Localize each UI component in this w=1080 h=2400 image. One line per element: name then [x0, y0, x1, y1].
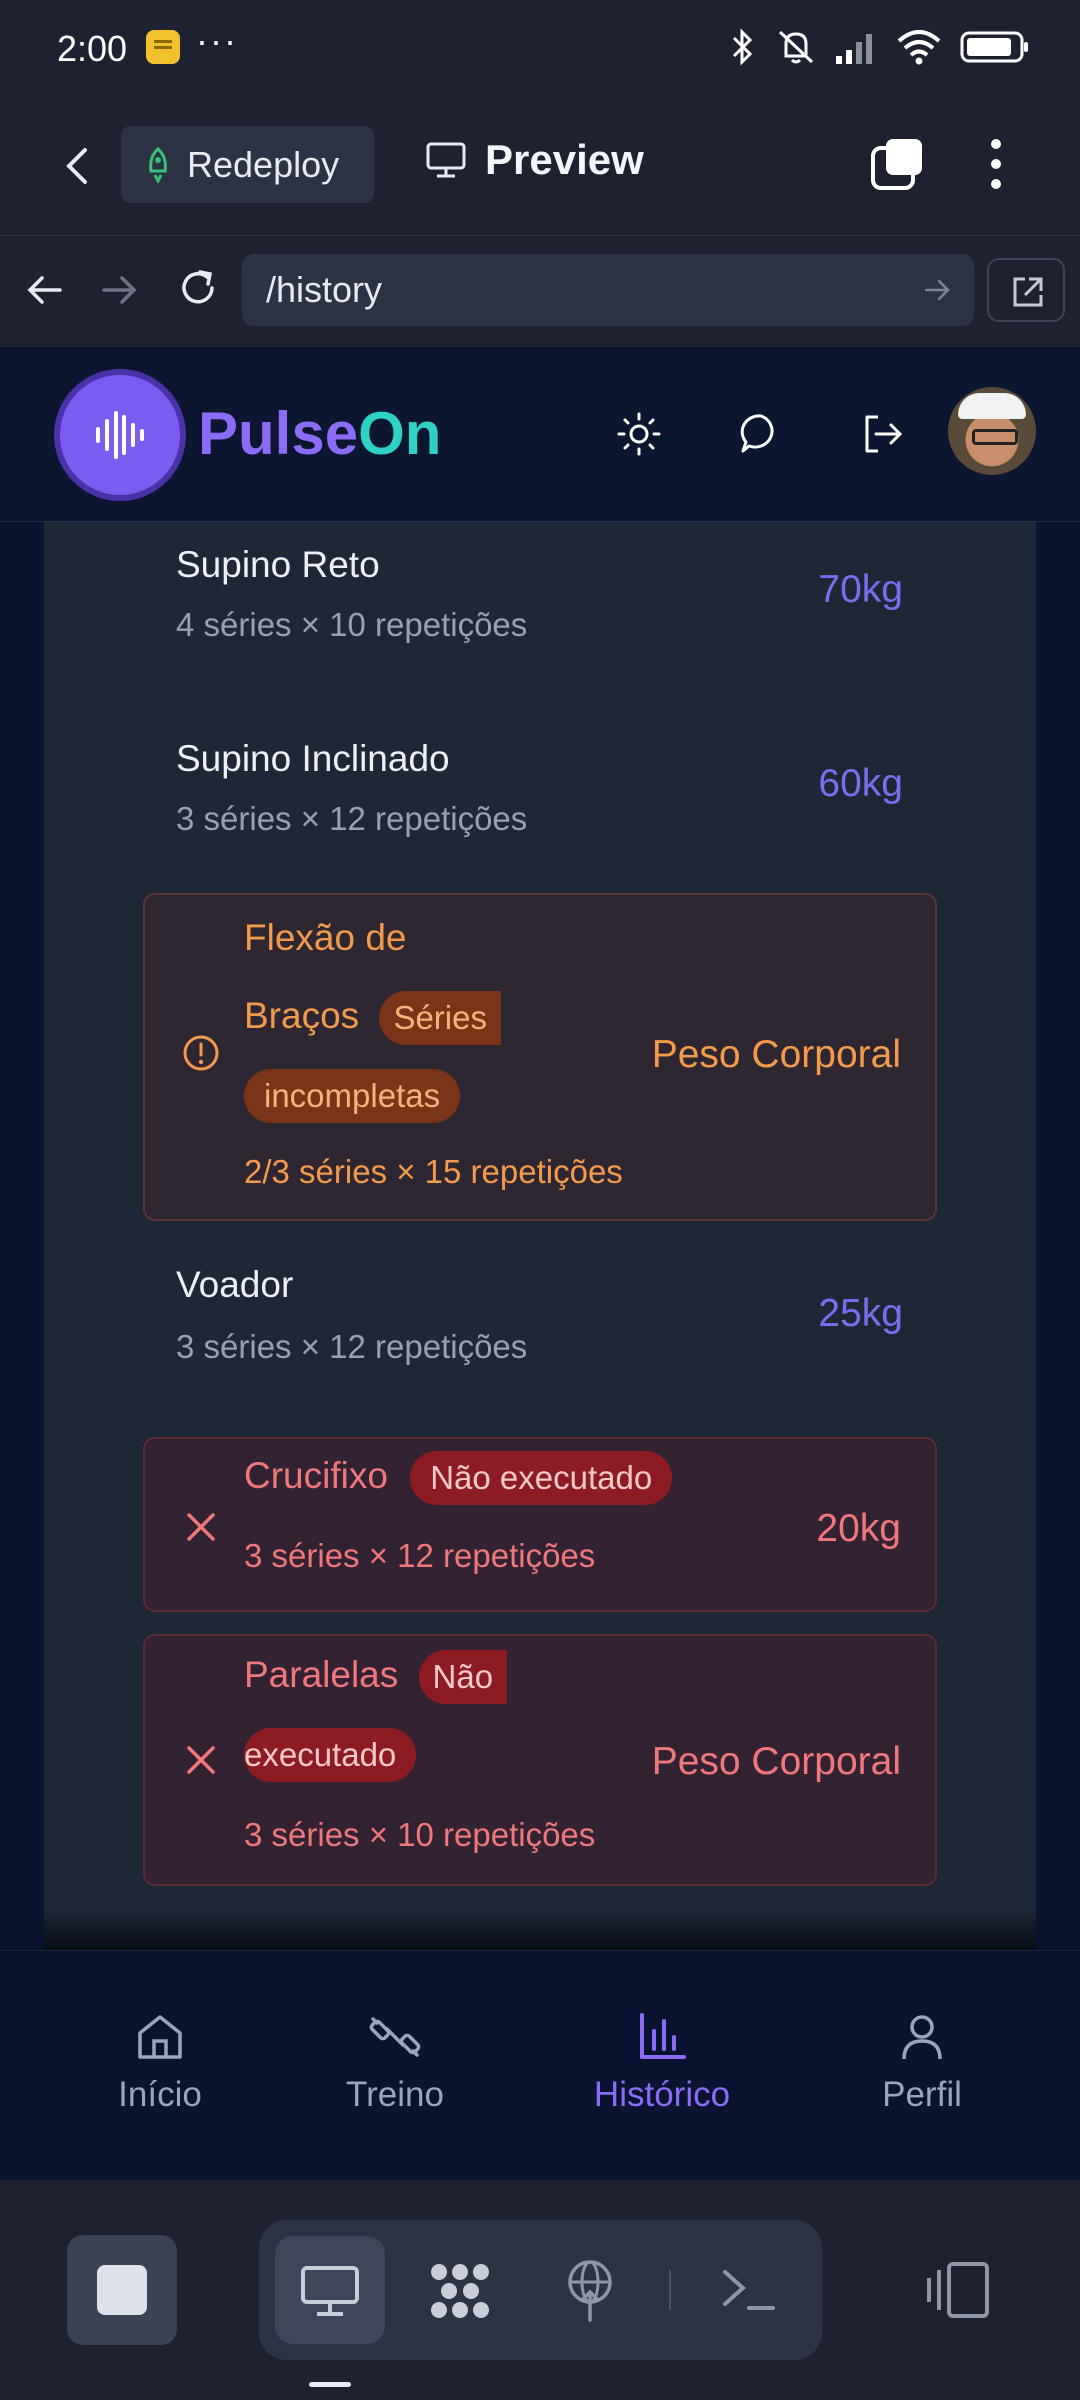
nav-back-icon[interactable]: [22, 268, 66, 312]
brand-part1: Pulse: [198, 400, 359, 467]
exercise-name: Voador: [176, 1264, 294, 1305]
grid-apps-icon[interactable]: [427, 2260, 493, 2322]
exercise-detail: 2/3 séries × 15 repetições: [244, 1153, 623, 1190]
exercise-name-block: Crucifixo Não executado: [244, 1437, 673, 1515]
notes-notification-icon: [146, 30, 180, 64]
tabs-icon[interactable]: [870, 136, 926, 192]
exercise-row-skipped[interactable]: Paralelas Não executado 3 séries × 10 re…: [143, 1634, 937, 1886]
more-vertical-icon[interactable]: [976, 136, 1016, 192]
exercise-row[interactable]: Supino Reto 4 séries × 10 repetições 70k…: [143, 522, 937, 672]
x-icon: [187, 1746, 215, 1774]
rocket-icon: [149, 146, 167, 183]
network-upload-icon[interactable]: [562, 2258, 618, 2324]
exercise-detail: 3 séries × 10 repetições: [244, 1816, 596, 1853]
nav-item-perfil[interactable]: Perfil: [822, 2011, 1022, 2115]
brand-name: PulseOn: [198, 399, 441, 468]
url-text: /history: [266, 269, 383, 310]
external-link-icon: [1013, 277, 1043, 307]
workout-history-list: Supino Reto 4 séries × 10 repetições 70k…: [0, 522, 1080, 1950]
device-sidebar-icon[interactable]: [925, 2260, 991, 2320]
redeploy-label: Redeploy: [187, 143, 340, 185]
exercise-name: Supino Reto: [176, 544, 380, 585]
pulse-wave-icon: [96, 411, 144, 459]
back-arrow-icon[interactable]: [55, 142, 103, 190]
exercise-weight: 20kg: [816, 1507, 901, 1550]
exercise-weight: Peso Corporal: [651, 1033, 901, 1076]
chat-icon[interactable]: [736, 409, 786, 459]
user-icon: [902, 2015, 942, 2060]
browser-toolbar: Redeploy Preview: [0, 100, 1080, 235]
exercise-weight: 60kg: [818, 762, 903, 805]
sun-icon[interactable]: [614, 409, 664, 459]
exercise-row[interactable]: Supino Inclinado 3 séries × 12 repetiçõe…: [143, 712, 937, 862]
wifi-icon: [897, 30, 941, 65]
exercise-detail: 3 séries × 12 repetições: [176, 1328, 528, 1365]
exercise-row-incomplete[interactable]: Flexão de Braços Séries incompletas 2/3 …: [143, 893, 937, 1221]
status-badge: Não executado: [410, 1451, 673, 1506]
status-badge: Não: [418, 1650, 508, 1705]
redeploy-button[interactable]: Redeploy: [121, 126, 374, 203]
exercise-detail: 4 séries × 10 repetições: [176, 606, 528, 643]
reload-icon[interactable]: [174, 264, 222, 312]
nav-label: Início: [118, 2075, 202, 2114]
url-bar-row: /history: [0, 235, 1080, 347]
bottom-navigation: Início Treino Histórico Perfil: [0, 1950, 1080, 2180]
nav-label: Perfil: [882, 2075, 962, 2114]
exercise-name-block: Paralelas Não executado: [244, 1636, 508, 1792]
open-external-button[interactable]: [987, 258, 1065, 322]
exercise-detail: 3 séries × 12 repetições: [244, 1537, 596, 1574]
avatar[interactable]: [948, 387, 1036, 475]
more-notifications-indicator: ···: [196, 20, 238, 61]
x-icon: [187, 1513, 215, 1541]
go-arrow-icon[interactable]: [924, 276, 952, 304]
exercise-weight: Peso Corporal: [651, 1740, 901, 1783]
dumbbell-icon: [369, 2017, 421, 2057]
monitor-icon[interactable]: [299, 2264, 361, 2318]
bar-chart-icon: [640, 2013, 686, 2059]
exercise-weight: 70kg: [818, 568, 903, 611]
exercise-row[interactable]: Voador 3 séries × 12 repetições 25kg: [143, 1242, 937, 1402]
logout-icon[interactable]: [858, 409, 908, 459]
status-bar: 2:00 ···: [0, 0, 1080, 100]
bluetooth-icon: [732, 28, 753, 66]
exercise-detail: 3 séries × 12 repetições: [176, 800, 528, 837]
dock-divider: [669, 2270, 671, 2310]
preview-title: Preview: [425, 136, 644, 184]
nav-forward-icon[interactable]: [98, 268, 142, 312]
battery-icon: [960, 31, 1028, 63]
nav-item-inicio[interactable]: Início: [60, 2011, 260, 2115]
exercise-weight: 25kg: [818, 1292, 903, 1335]
terminal-icon[interactable]: [721, 2266, 777, 2314]
stop-button[interactable]: [67, 2235, 177, 2345]
nav-item-treino[interactable]: Treino: [295, 2011, 495, 2115]
url-input[interactable]: /history: [242, 254, 974, 326]
home-indicator: [309, 2382, 351, 2387]
home-icon: [138, 2015, 182, 2059]
status-icons: [728, 28, 1030, 66]
exercise-name-block: Flexão de Braços Séries incompletas: [244, 899, 501, 1133]
preview-label: Preview: [485, 136, 644, 183]
app-header: PulseOn: [0, 347, 1080, 522]
exercise-name: Supino Inclinado: [176, 738, 450, 779]
system-dock: [0, 2180, 1080, 2400]
nav-label: Histórico: [593, 2075, 731, 2114]
nav-label: Treino: [346, 2075, 444, 2114]
silent-mode-icon: [778, 30, 814, 64]
status-badge-continued: incompletas: [244, 1069, 461, 1124]
exercise-name-line2: Braços: [244, 995, 360, 1036]
status-time: 2:00: [57, 28, 128, 69]
dock-toolbar: [259, 2220, 822, 2360]
exercise-name: Crucifixo: [244, 1455, 388, 1496]
brand-part2: On: [358, 400, 442, 467]
monitor-icon: [426, 142, 466, 178]
exercise-row-skipped[interactable]: Crucifixo Não executado 3 séries × 12 re…: [143, 1437, 937, 1612]
exercise-name: Paralelas: [244, 1654, 399, 1695]
nav-item-historico[interactable]: Histórico: [562, 2011, 762, 2115]
signal-icon: [836, 34, 872, 64]
alert-circle-icon: [183, 1035, 219, 1071]
logo[interactable]: [60, 375, 180, 495]
exercise-name-line1: Flexão de: [244, 917, 407, 958]
status-badge: Séries: [379, 991, 501, 1046]
status-badge-continued: executado: [244, 1728, 417, 1783]
